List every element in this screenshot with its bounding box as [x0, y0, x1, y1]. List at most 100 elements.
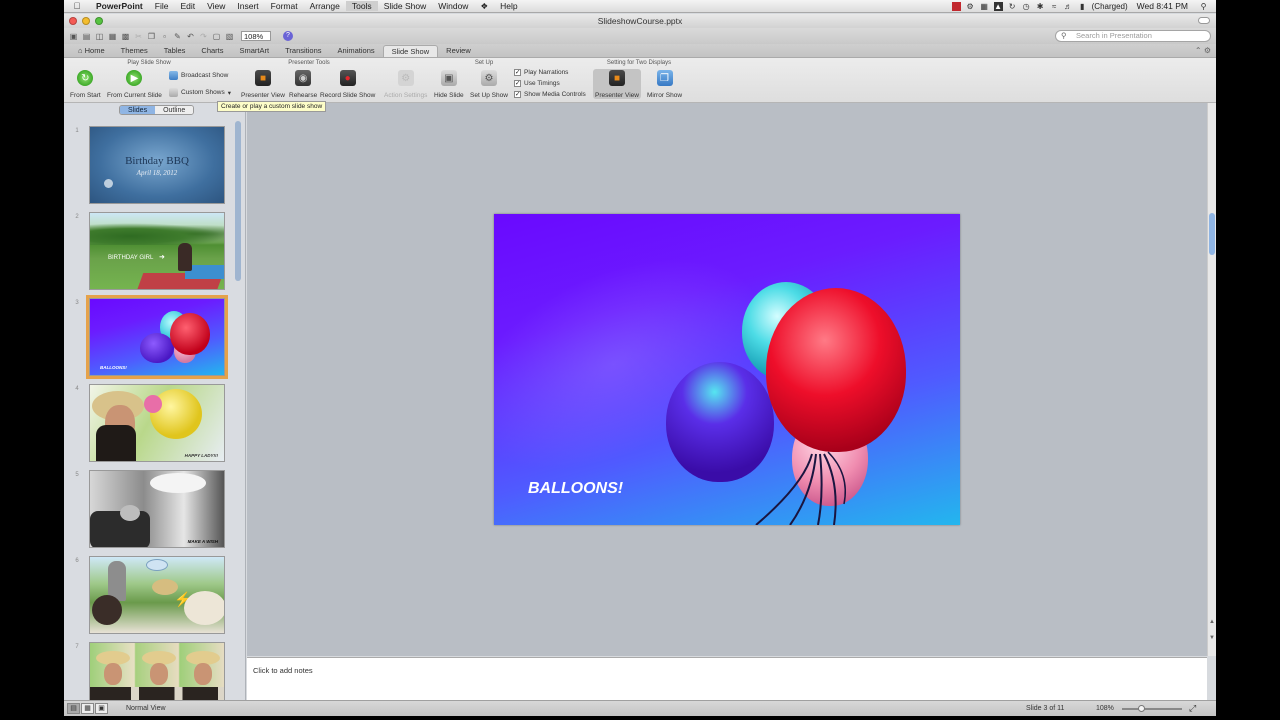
tab-transitions[interactable]: Transitions [277, 45, 329, 57]
normal-view-button[interactable]: ▤ [67, 703, 80, 714]
wifi-icon[interactable]: ≈ [1050, 2, 1059, 11]
print-icon[interactable]: ▩ [120, 31, 131, 42]
slide-caption[interactable]: BALLOONS! [528, 480, 623, 498]
thumbnail-row[interactable]: 5 MAKE A WISH [64, 470, 234, 550]
spotlight-icon[interactable]: ⚲ [1199, 2, 1208, 11]
gear-status-icon[interactable]: ⚙ [966, 2, 975, 11]
slide-thumbnail[interactable]: Birthday BBQ April 18, 2012 [89, 126, 225, 204]
menu-slide-show[interactable]: Slide Show [378, 1, 433, 11]
slide-thumbnail-selected[interactable]: BALLOONS! [86, 295, 228, 379]
record-slide-show-button[interactable]: ● Record Slide Show [320, 70, 375, 99]
action-settings-button[interactable]: ⚙ Action Settings [384, 70, 427, 99]
thumbnail-row[interactable]: 6 ⚡ [64, 556, 234, 636]
slide-sorter-button[interactable]: ▦ [81, 703, 94, 714]
from-start-label: From Start [70, 92, 101, 99]
apple-icon[interactable]:  [64, 1, 90, 11]
toolbar-toggle-button[interactable] [1198, 17, 1210, 24]
sync-icon[interactable]: ↻ [1008, 2, 1017, 11]
search-input[interactable]: ⚲ Search in Presentation [1055, 30, 1211, 42]
tab-home[interactable]: ⌂ Home [70, 45, 113, 57]
tab-animations[interactable]: Animations [330, 45, 383, 57]
templates-icon[interactable]: ▤ [81, 31, 92, 42]
fit-to-window-icon[interactable]: ⤢ [1189, 703, 1196, 714]
drive-status-icon[interactable]: ▲ [993, 1, 1003, 11]
show-media-controls-checkbox[interactable]: ✓ Show Media Controls [514, 91, 586, 98]
zoom-field[interactable]: 108% [241, 31, 271, 41]
zoom-slider[interactable] [1122, 705, 1182, 712]
rehearse-button[interactable]: ◉ Rehearse [289, 70, 317, 99]
prev-slide-icon[interactable]: ▲ [1209, 619, 1215, 625]
format-painter-icon[interactable]: ✎ [172, 31, 183, 42]
menu-view[interactable]: View [201, 1, 231, 11]
slide-thumbnail[interactable]: ⚡ [89, 556, 225, 634]
menu-arrange[interactable]: Arrange [304, 1, 346, 11]
gallery-icon[interactable]: ▧ [224, 31, 235, 42]
insert-picture-icon[interactable]: ▢ [211, 31, 222, 42]
help-icon[interactable]: ? [283, 31, 293, 41]
tab-slide-show[interactable]: Slide Show [382, 45, 439, 57]
thumbnail-caption: MAKE A WISH [187, 539, 218, 544]
use-timings-checkbox[interactable]: ✓ Use Timings [514, 80, 560, 87]
undo-icon[interactable]: ↶ [185, 31, 196, 42]
thumbnail-row[interactable]: 4 HAPPY LADY!!! [64, 384, 234, 464]
new-icon[interactable]: ▣ [68, 31, 79, 42]
battery-icon[interactable]: ▮ [1078, 2, 1087, 11]
tab-slides[interactable]: Slides [120, 106, 156, 114]
slide-show-view-button[interactable]: ▣ [95, 703, 108, 714]
tab-themes[interactable]: Themes [113, 45, 156, 57]
slide-thumbnail[interactable]: BIRTHDAY GIRL ➜ [89, 212, 225, 290]
bluetooth-icon[interactable]: ✱ [1036, 2, 1045, 11]
pane-scrollbar[interactable] [235, 121, 241, 281]
tab-smartart[interactable]: SmartArt [232, 45, 278, 57]
paste-icon[interactable]: ▫ [159, 31, 170, 42]
clock[interactable]: Wed 8:41 PM [1137, 1, 1188, 11]
mirror-show-button[interactable]: ❐ Mirror Show [647, 70, 682, 99]
set-up-show-button[interactable]: ⚙ Set Up Show [470, 70, 508, 99]
script-menu-icon[interactable]: ❖ [474, 1, 494, 12]
main-slide[interactable]: BALLOONS! [494, 214, 960, 525]
vertical-scrollbar[interactable]: ▲ ▼ [1207, 103, 1216, 656]
redo-icon[interactable]: ↷ [198, 31, 209, 42]
battery-status[interactable]: (Charged) [1092, 2, 1128, 11]
play-narrations-checkbox[interactable]: ✓ Play Narrations [514, 69, 568, 76]
presenter-view-display-button[interactable]: ■ Presenter View [595, 70, 639, 99]
menu-window[interactable]: Window [432, 1, 474, 11]
tab-review[interactable]: Review [438, 45, 479, 57]
menu-help[interactable]: Help [494, 1, 523, 11]
volume-icon[interactable]: ♬ [1064, 2, 1073, 11]
menu-edit[interactable]: Edit [174, 1, 201, 11]
slide-thumbnail[interactable]: HAPPY LADY!!! [89, 384, 225, 462]
menu-insert[interactable]: Insert [231, 1, 264, 11]
notes-placeholder[interactable]: Click to add notes [253, 666, 313, 675]
hide-slide-button[interactable]: ▣ Hide Slide [434, 70, 464, 99]
custom-shows-button[interactable]: Custom Shows ▾ [169, 88, 231, 97]
broadcast-show-button[interactable]: Broadcast Show [169, 71, 228, 80]
tab-outline[interactable]: Outline [155, 106, 194, 114]
slide-thumbnail[interactable]: MAKE A WISH [89, 470, 225, 548]
ribbon-options-icon[interactable]: ⌃ ⚙ [1195, 46, 1211, 55]
presenter-view-button[interactable]: ■ Presenter View [241, 70, 285, 99]
cut-icon[interactable]: ✂ [133, 31, 144, 42]
next-slide-icon[interactable]: ▼ [1209, 635, 1215, 641]
from-current-slide-button[interactable]: ▶ From Current Slide [107, 70, 162, 99]
time-machine-icon[interactable]: ◷ [1022, 2, 1031, 11]
thumbnail-row[interactable]: 1 Birthday BBQ April 18, 2012 [64, 126, 234, 206]
red-square-icon[interactable] [951, 1, 961, 11]
tab-tables[interactable]: Tables [156, 45, 194, 57]
thumbnail-row[interactable]: 3 BALLOONS! [64, 295, 234, 379]
menu-tools[interactable]: Tools [345, 1, 378, 11]
from-start-button[interactable]: ↻ From Start [70, 70, 101, 99]
copy-icon[interactable]: ❐ [146, 31, 157, 42]
grid-status-icon[interactable]: ▦ [980, 2, 989, 11]
menu-file[interactable]: File [149, 1, 175, 11]
notes-pane[interactable]: Click to add notes [247, 657, 1207, 700]
zoom-slider-knob[interactable] [1138, 705, 1145, 712]
save-icon[interactable]: ▦ [107, 31, 118, 42]
menu-format[interactable]: Format [265, 1, 304, 11]
open-icon[interactable]: ◫ [94, 31, 105, 42]
menu-app-name[interactable]: PowerPoint [90, 1, 149, 11]
scrollbar-thumb[interactable] [1209, 213, 1215, 255]
thumbnail-row[interactable]: 2 BIRTHDAY GIRL ➜ [64, 212, 234, 292]
tab-charts[interactable]: Charts [193, 45, 231, 57]
face-1 [104, 663, 122, 685]
